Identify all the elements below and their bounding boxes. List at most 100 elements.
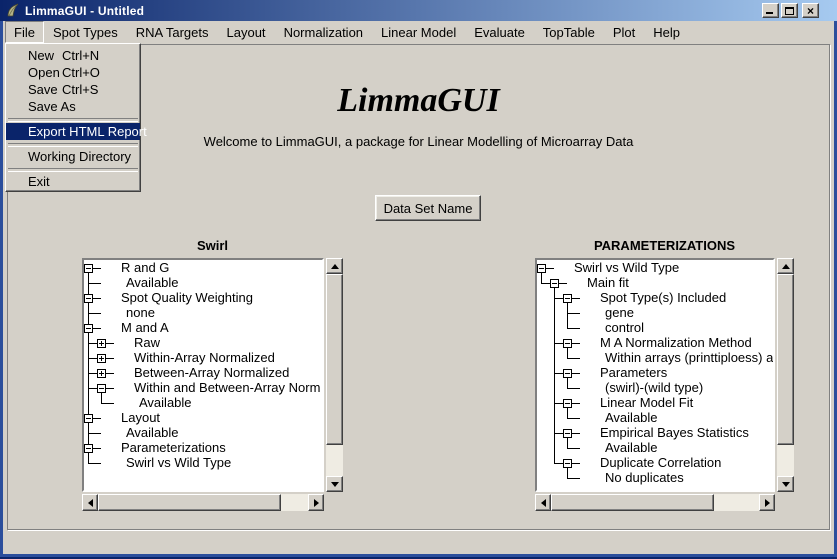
tree-node-label[interactable]: Available: [605, 411, 658, 425]
menubar-item-help[interactable]: Help: [644, 21, 689, 43]
tree-node-label[interactable]: M and A: [121, 321, 169, 335]
tree-toggle-icon[interactable]: [97, 354, 106, 363]
tree-connector-line: [567, 302, 568, 329]
tree-node-label[interactable]: Raw: [134, 336, 160, 350]
tree-node-label[interactable]: Parameterizations: [121, 441, 226, 455]
title-bar[interactable]: LimmaGUI - Untitled ×: [0, 0, 837, 21]
tree-toggle-icon[interactable]: [84, 414, 93, 423]
menu-separator: [6, 165, 140, 173]
scroll-down-button[interactable]: [326, 476, 343, 492]
menubar-item-linear-model[interactable]: Linear Model: [372, 21, 465, 43]
maximize-button[interactable]: [781, 3, 798, 18]
tree-node-label[interactable]: Available: [126, 426, 179, 440]
tree-connector-line: [571, 433, 580, 434]
window-title: LimmaGUI - Untitled: [25, 4, 144, 18]
scroll-left-button[interactable]: [82, 494, 98, 511]
tree-node-label[interactable]: Within and Between-Array Norm: [134, 381, 320, 395]
tree-connector-line: [568, 448, 580, 449]
tree-toggle-icon[interactable]: [97, 384, 106, 393]
menu-item-open[interactable]: OpenCtrl+O: [6, 64, 140, 81]
tree-node-label[interactable]: No duplicates: [605, 471, 684, 485]
tree-toggle-icon[interactable]: [84, 264, 93, 273]
arrow-left-icon: [88, 499, 93, 507]
tree-toggle-icon[interactable]: [84, 324, 93, 333]
tree-connector-line: [568, 328, 580, 329]
scroll-thumb[interactable]: [326, 274, 343, 445]
tree-toggle-icon[interactable]: [563, 459, 572, 468]
scroll-left-button[interactable]: [535, 494, 551, 511]
tree-node-label[interactable]: Available: [126, 276, 179, 290]
scroll-thumb[interactable]: [551, 494, 714, 511]
scroll-up-button[interactable]: [326, 258, 343, 274]
tree-viewport[interactable]: R and GAvailableSpot Quality Weightingno…: [82, 258, 324, 492]
data-set-name-button[interactable]: Data Set Name: [375, 195, 481, 221]
menu-item-save[interactable]: SaveCtrl+S: [6, 81, 140, 98]
tree-node-label[interactable]: Between-Array Normalized: [134, 366, 289, 380]
scroll-up-button[interactable]: [777, 258, 794, 274]
vertical-scrollbar[interactable]: [777, 258, 794, 492]
tree-node-label[interactable]: Layout: [121, 411, 160, 425]
arrow-right-icon: [314, 499, 319, 507]
menubar-item-plot[interactable]: Plot: [604, 21, 644, 43]
menu-item-export-html-report[interactable]: Export HTML Report: [6, 123, 140, 140]
menubar-item-layout[interactable]: Layout: [218, 21, 275, 43]
tree-node-label[interactable]: R and G: [121, 261, 169, 275]
tree-node-label[interactable]: Spot Type(s) Included: [600, 291, 726, 305]
menubar-item-rna-targets[interactable]: RNA Targets: [127, 21, 218, 43]
tree-toggle-icon[interactable]: [563, 429, 572, 438]
tree-toggle-icon[interactable]: [537, 264, 546, 273]
horizontal-scrollbar[interactable]: [82, 494, 324, 511]
tree-connector-line: [571, 343, 580, 344]
menubar-item-spot-types[interactable]: Spot Types: [44, 21, 127, 43]
menubar-item-normalization[interactable]: Normalization: [275, 21, 372, 43]
menubar-item-evaluate[interactable]: Evaluate: [465, 21, 534, 43]
tree-node-label[interactable]: Swirl vs Wild Type: [574, 261, 679, 275]
tree-connector-line: [568, 418, 580, 419]
scroll-right-button[interactable]: [759, 494, 775, 511]
tree-toggle-icon[interactable]: [97, 369, 106, 378]
menu-item-exit[interactable]: Exit: [6, 173, 140, 190]
tree-node-label[interactable]: Empirical Bayes Statistics: [600, 426, 749, 440]
scroll-thumb[interactable]: [777, 274, 794, 445]
tree-toggle-icon[interactable]: [563, 399, 572, 408]
tree-node-label[interactable]: Duplicate Correlation: [600, 456, 721, 470]
tree-toggle-icon[interactable]: [563, 294, 572, 303]
scroll-down-button[interactable]: [777, 476, 794, 492]
menubar-item-toptable[interactable]: TopTable: [534, 21, 604, 43]
tree-toggle-icon[interactable]: [84, 294, 93, 303]
tree-toggle-icon[interactable]: [550, 279, 559, 288]
tree-node-label[interactable]: gene: [605, 306, 634, 320]
tree-node-label[interactable]: Available: [605, 441, 658, 455]
tree-connector-line: [92, 418, 101, 419]
tree-node-label[interactable]: Spot Quality Weighting: [121, 291, 253, 305]
scroll-right-button[interactable]: [308, 494, 324, 511]
tree-node-label[interactable]: none: [126, 306, 155, 320]
menu-item-new[interactable]: NewCtrl+N: [6, 47, 140, 64]
tree-node-label[interactable]: Within-Array Normalized: [134, 351, 275, 365]
tree-node-label[interactable]: (swirl)-(wild type): [605, 381, 703, 395]
tree-viewport[interactable]: Swirl vs Wild TypeMain fitSpot Type(s) I…: [535, 258, 775, 492]
tree-node-label[interactable]: Within arrays (printtiploess) a: [605, 351, 773, 365]
tree-toggle-icon[interactable]: [97, 339, 106, 348]
tree-node-label[interactable]: Linear Model Fit: [600, 396, 693, 410]
close-button[interactable]: ×: [802, 3, 819, 18]
scroll-thumb[interactable]: [98, 494, 281, 511]
tree-node-label[interactable]: Available: [139, 396, 192, 410]
tree-toggle-icon[interactable]: [563, 369, 572, 378]
app-window: LimmaGUI - Untitled × FileSpot TypesRNA …: [0, 0, 837, 559]
horizontal-scrollbar[interactable]: [535, 494, 775, 511]
tree-toggle-icon[interactable]: [84, 444, 93, 453]
tree-node-label[interactable]: Parameters: [600, 366, 667, 380]
menu-item-save-as[interactable]: Save As: [6, 98, 140, 115]
tree-node-label[interactable]: control: [605, 321, 644, 335]
tree-node-label[interactable]: M A Normalization Method: [600, 336, 752, 350]
menu-item-working-directory[interactable]: Working Directory: [6, 148, 140, 165]
menubar-item-file[interactable]: File: [5, 21, 44, 43]
tree-node-label[interactable]: Main fit: [587, 276, 629, 290]
vertical-scrollbar[interactable]: [326, 258, 343, 492]
tree-connector-line: [568, 313, 580, 314]
minimize-button[interactable]: [762, 3, 779, 18]
tree-toggle-icon[interactable]: [563, 339, 572, 348]
tree-node-label[interactable]: Swirl vs Wild Type: [126, 456, 231, 470]
tree-connector-line: [568, 388, 580, 389]
